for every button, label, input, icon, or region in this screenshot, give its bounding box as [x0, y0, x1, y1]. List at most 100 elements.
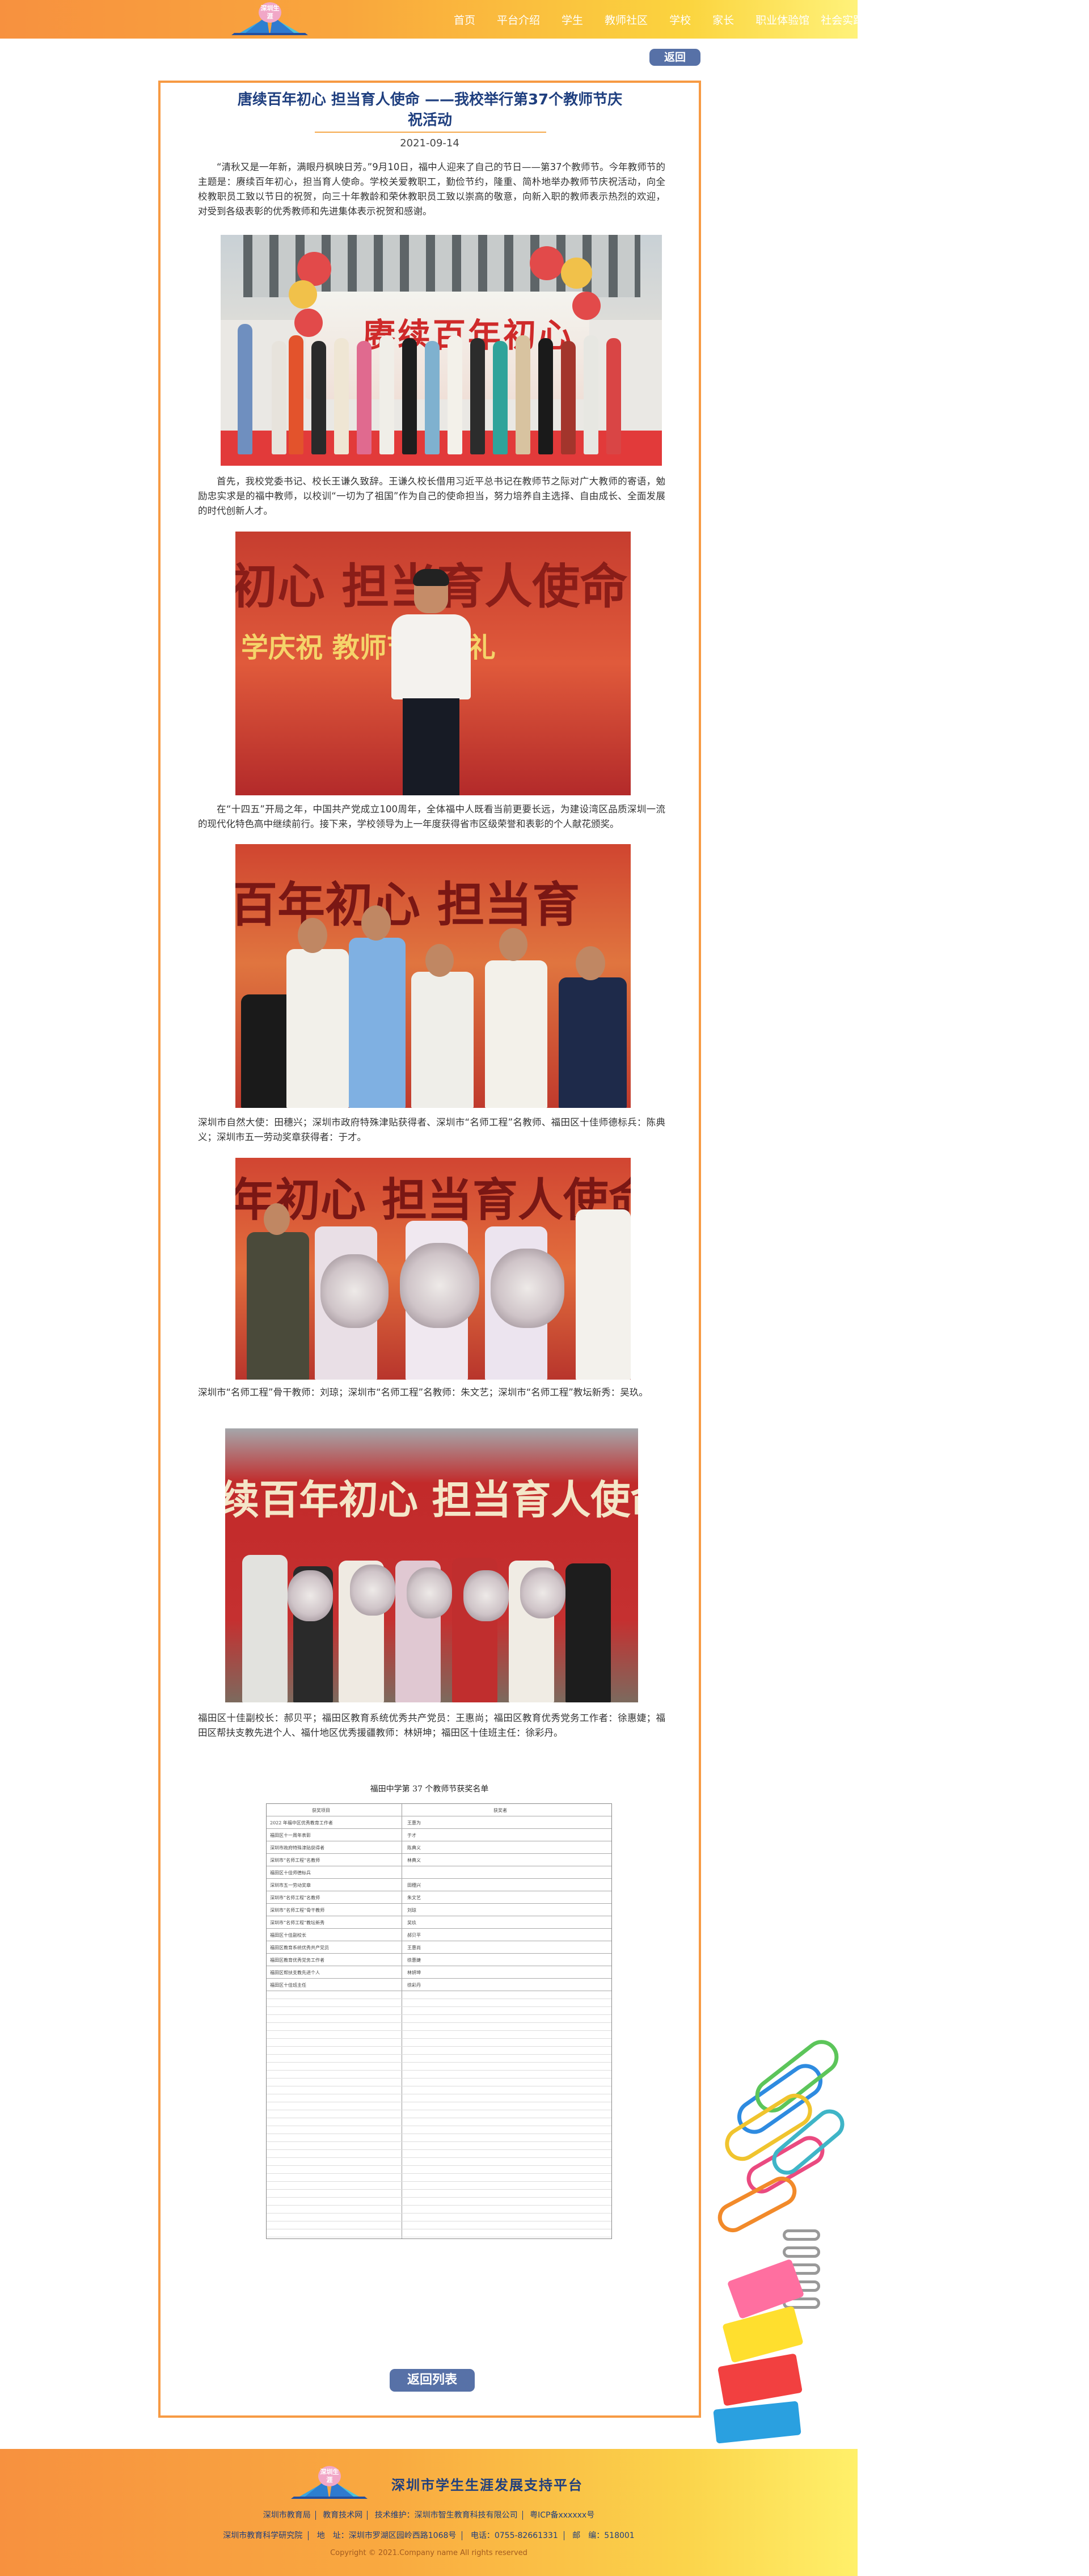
table-cell: 2022 年福中区优秀教育工作者 — [270, 1820, 333, 1825]
table-row: 深圳市“名师工程”名教师 林典义 — [267, 1854, 611, 1866]
table-cell: 吴玖 — [407, 1920, 416, 1925]
logo-badge: 深圳生涯 — [259, 2, 281, 23]
table-row — [267, 2078, 611, 2086]
site-footer: 深圳生涯 深圳市学生生涯发展支持平台 深圳市教育局 教育技术网 技术维护：深圳市… — [0, 2449, 858, 2576]
footer-icp[interactable]: 粤ICP备xxxxxx号 — [525, 2511, 599, 2520]
table-row — [267, 2094, 611, 2102]
table-cell: 徐彩丹 — [407, 1983, 421, 1988]
table-row — [267, 2190, 611, 2198]
paragraph-city-teachers: 深圳市“名师工程”骨干教师：刘琼；深圳市“名师工程”名教师：朱文艺；深圳市“名师… — [198, 1387, 648, 1398]
table-cell: 深圳市五一劳动奖章 — [270, 1883, 311, 1888]
table-cell: 王惠为 — [407, 1820, 421, 1825]
table-row — [267, 2206, 611, 2214]
footer-logo[interactable]: 深圳生涯 — [291, 2466, 368, 2500]
table-cell: 田穗兴 — [407, 1883, 421, 1888]
table-row — [267, 2221, 611, 2229]
paragraph-city-awards: 深圳市自然大使：田穗兴；深圳市政府特殊津贴获得者、深圳市“名师工程”名教师、福田… — [198, 1117, 665, 1142]
table-cell: 福田区十一周年表彰 — [270, 1833, 311, 1838]
table-cell: 福田区帮扶支教先进个人 — [270, 1970, 320, 1975]
table-row — [267, 2063, 611, 2071]
nav-platform-intro[interactable]: 平台介绍 — [497, 12, 540, 27]
table-row — [267, 2055, 611, 2063]
table-row — [267, 2158, 611, 2166]
table-cell: 福田区十佳师德标兵 — [270, 1870, 311, 1875]
table-row — [267, 2039, 611, 2047]
paragraph-district-awards: 福田区十佳副校长：郝贝平；福田区教育系统优秀共产党员：王惠尚；福田区教育优秀党务… — [198, 1713, 665, 1738]
photo3-banner-text: 百年初心 担当育 — [235, 877, 580, 933]
table-cell: 刘琼 — [407, 1908, 416, 1913]
photo5-banner-text: 续百年初心 担当育人使命 — [225, 1477, 638, 1523]
table-row — [267, 2110, 611, 2118]
table-row — [267, 2015, 611, 2023]
article-title-line1: 唐续百年初心 担当育人使命 ——我校举行第37个教师节庆 — [237, 91, 623, 108]
table-row — [267, 2007, 611, 2015]
table-row: 深圳市“名师工程”教坛新秀 吴玖 — [267, 1916, 611, 1929]
main-nav: 首页 平台介绍 学生 教师社区 学校 家长 职业体验馆 社会实践 — [454, 0, 858, 39]
nav-parents[interactable]: 家长 — [712, 12, 734, 27]
table-row — [267, 2134, 611, 2142]
table-row — [267, 2031, 611, 2039]
site-logo[interactable]: 深圳生涯 — [231, 2, 308, 36]
table-row: 福田区十一周年表彰 于才 — [267, 1829, 611, 1841]
table-row — [267, 2071, 611, 2078]
stationery-decoration — [698, 2020, 862, 2451]
table-row — [267, 2229, 611, 2237]
table-cell: 福田区教育优秀党务工作者 — [270, 1958, 324, 1963]
table-row: 福田区十佳班主任 徐彩丹 — [267, 1979, 611, 1991]
nav-home[interactable]: 首页 — [454, 12, 475, 27]
flower-presentation-photo: 年初心 担当育人使命 — [235, 1158, 631, 1380]
nav-students[interactable]: 学生 — [562, 12, 583, 27]
nav-career-museum[interactable]: 职业体验馆 — [755, 12, 809, 27]
article-title-line2: 祝活动 — [407, 112, 452, 129]
nav-schools[interactable]: 学校 — [669, 12, 691, 27]
table-row — [267, 2150, 611, 2158]
paragraph-intro: “清秋又是一年新，满眼丹枫映日芳。”9月10日，福中人迎来了自己的节日——第37… — [198, 162, 665, 217]
table-row — [267, 1991, 611, 1999]
footer-org: 深圳市教育科学研究院 — [217, 2531, 309, 2540]
table-row: 2022 年福中区优秀教育工作者 王惠为 — [267, 1816, 611, 1829]
table-row: 福田区十佳师德标兵 — [267, 1866, 611, 1879]
paragraph-awards-intro: 在“十四五”开局之年，中国共产党成立100周年，全体福中人既看当前更要长远，为建… — [198, 804, 665, 829]
page-margin — [858, 0, 1089, 2576]
table-cell: 徐惠婕 — [407, 1958, 421, 1963]
table-cell: 福田区十佳班主任 — [270, 1983, 306, 1988]
table-cell: 林妍坤 — [407, 1970, 421, 1975]
footer-postcode: 邮 编：518001 — [572, 2531, 635, 2540]
table-cell: 朱文艺 — [407, 1895, 421, 1900]
top-navigation-bar: 深圳生涯 首页 平台介绍 学生 教师社区 学校 家长 职业体验馆 社会实践 — [0, 0, 858, 39]
footer-title: 深圳市学生生涯发展支持平台 — [391, 2477, 583, 2493]
table-row: 深圳市“名师工程”名教师 朱文艺 — [267, 1891, 611, 1904]
table-row — [267, 2166, 611, 2174]
table-row: 福田区教育系统优秀共产党员 王惠尚 — [267, 1941, 611, 1954]
footer-address: 地 址：深圳市罗湖区园岭西路1068号 — [311, 2531, 463, 2540]
table-row: 福田区十佳副校长 郝贝平 — [267, 1929, 611, 1941]
article-title: 唐续百年初心 担当育人使命 ——我校举行第37个教师节庆 祝活动 — [195, 90, 665, 130]
table-header-row: 获奖项目 获奖者 — [267, 1804, 611, 1816]
table-cell: 林典义 — [407, 1858, 421, 1863]
award-list-document: 福田中学第 37 个教师节获奖名单 获奖项目 获奖者 2022 年福中区优秀教育… — [242, 1783, 617, 2239]
article-date: 2021-09-14 — [400, 137, 459, 149]
table-row: 福田区帮扶支教先进个人 林妍坤 — [267, 1966, 611, 1979]
back-button[interactable]: 返回 — [649, 49, 700, 66]
back-to-list-button[interactable]: 返回列表 — [390, 2369, 475, 2392]
award-handover-photo: 百年初心 担当育 — [235, 844, 631, 1108]
footer-link-education-bureau[interactable]: 深圳市教育局 — [258, 2511, 316, 2520]
table-row: 深圳市政府特殊津贴获得者 陈典义 — [267, 1841, 611, 1854]
nav-social-practice[interactable]: 社会实践 — [821, 12, 858, 27]
table-row — [267, 2174, 611, 2182]
table-cell: 深圳市“名师工程”名教师 — [270, 1895, 320, 1900]
footer-contact: 深圳市教育科学研究院 地 址：深圳市罗湖区园岭西路1068号 电话：0755-8… — [0, 2529, 858, 2541]
table-cell: 王惠尚 — [407, 1945, 421, 1950]
group-flowers-photo: 续百年初心 担当育人使命 — [225, 1428, 638, 1702]
footer-logo-badge: 深圳生涯 — [318, 2466, 341, 2486]
table-row: 深圳市“名师工程”骨干教师 刘琼 — [267, 1904, 611, 1916]
nav-teacher-community[interactable]: 教师社区 — [605, 12, 648, 27]
table-cell: 于才 — [407, 1833, 416, 1838]
table-cell: 深圳市政府特殊津贴获得者 — [270, 1845, 324, 1850]
group-photo: 赓续百年初心 — [221, 235, 662, 466]
table-cell: 福田区教育系统优秀共产党员 — [270, 1945, 329, 1950]
table-header-cell: 获奖者 — [493, 1808, 507, 1813]
table-row — [267, 2102, 611, 2110]
footer-link-edu-tech[interactable]: 教育技术网 — [318, 2511, 368, 2520]
table-row — [267, 2023, 611, 2031]
